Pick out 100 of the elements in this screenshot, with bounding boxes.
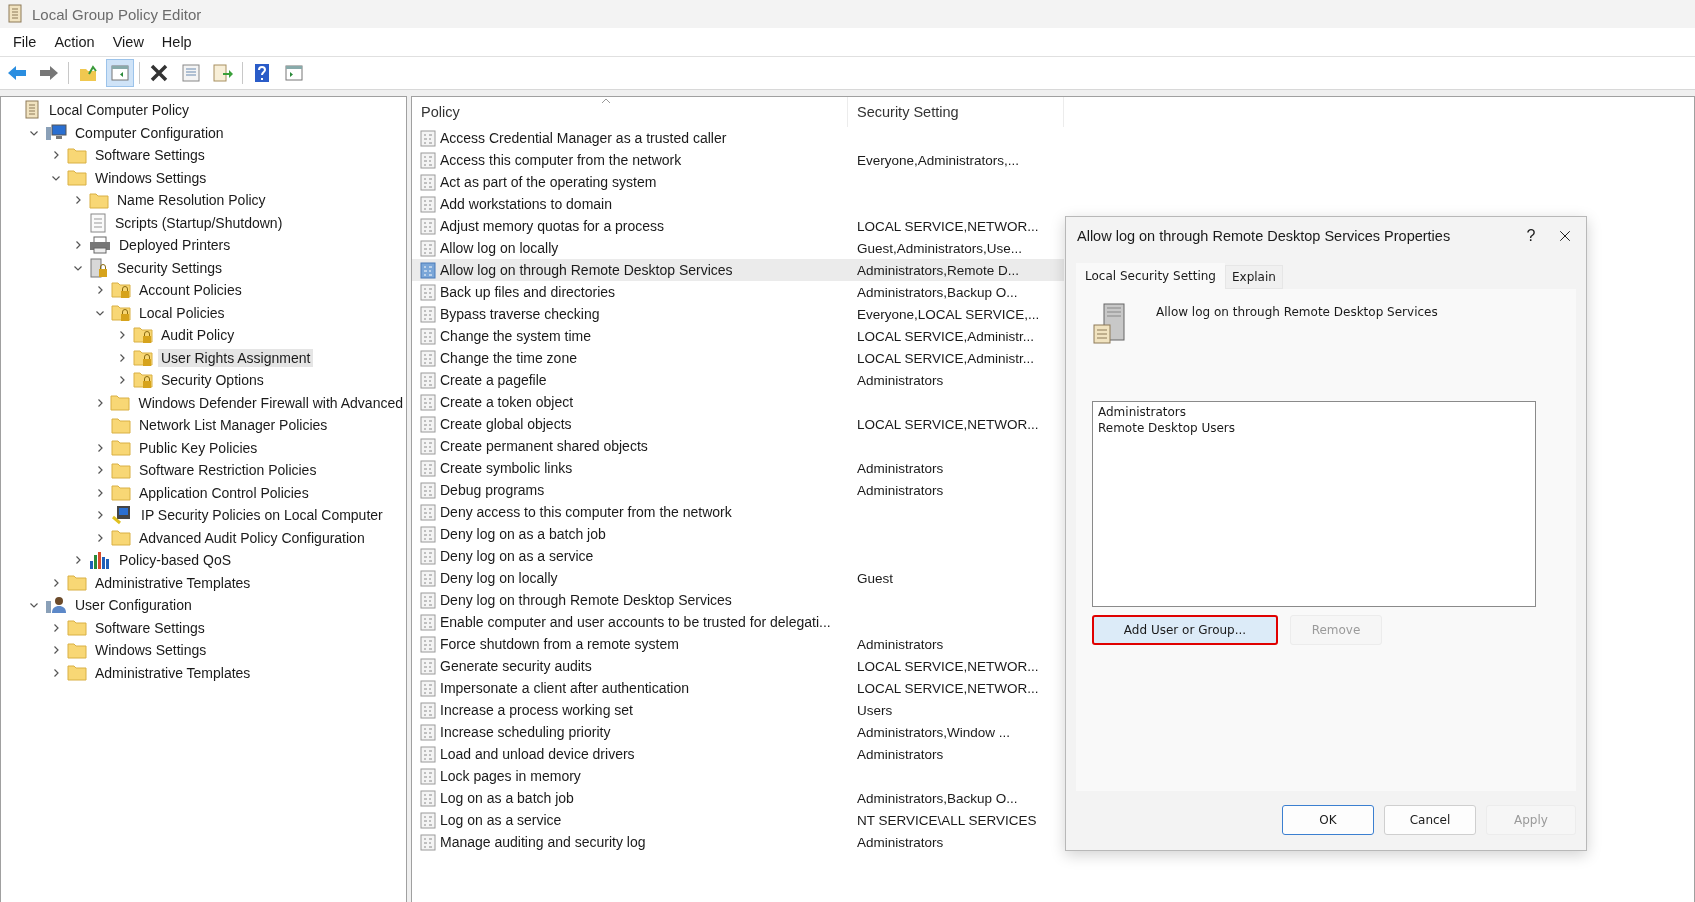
policy-row[interactable]: Deny log on as a service <box>412 545 1064 567</box>
chevron-right-icon[interactable] <box>117 375 127 386</box>
tree-item[interactable]: Security Settings <box>114 258 226 277</box>
policy-row[interactable]: Generate security audits LOCAL SERVICE,NETWOR... <box>412 655 1064 677</box>
policy-row[interactable]: Bypass traverse checking Everyone,LOCAL SERVICE,... <box>412 303 1064 325</box>
policy-row[interactable]: Allow log on locally Guest,Administrators,Use... <box>412 237 1064 259</box>
tree-item[interactable]: Windows Settings <box>92 168 210 187</box>
policy-row[interactable]: Log on as a batch job Administrators,Backup O... <box>412 787 1064 809</box>
tree-item[interactable]: Audit Policy <box>158 326 238 345</box>
policy-row[interactable]: Load and unload device drivers Administrators <box>412 743 1064 765</box>
policy-row[interactable]: Change the system time LOCAL SERVICE,Administr... <box>412 325 1064 347</box>
tree-item[interactable]: Scripts (Startup/Shutdown) <box>112 213 286 232</box>
members-list[interactable]: Administrators Remote Desktop Users <box>1092 401 1536 607</box>
member-item[interactable]: Administrators <box>1098 404 1530 420</box>
tree-item[interactable]: Software Settings <box>92 618 208 637</box>
tree-item[interactable]: Application Control Policies <box>136 483 312 502</box>
chevron-right-icon[interactable] <box>51 622 61 633</box>
tree-item[interactable]: Name Resolution Policy <box>114 191 269 210</box>
policy-icon <box>420 129 436 147</box>
tree-item[interactable]: Windows Settings <box>92 641 210 660</box>
policy-row[interactable]: Enable computer and user accounts to be trusted for delegati... <box>412 611 1064 633</box>
tree-item[interactable]: Local Computer Policy <box>46 101 193 120</box>
policy-name: Impersonate a client after authentication <box>440 680 690 696</box>
menu-item[interactable]: Action <box>47 32 102 52</box>
policy-row[interactable]: Lock pages in memory <box>412 765 1064 787</box>
dialog-button[interactable]: Cancel <box>1384 805 1476 835</box>
policy-row[interactable]: Create a pagefile Administrators <box>412 369 1064 391</box>
policy-row[interactable]: Force shutdown from a remote system Administrators <box>412 633 1064 655</box>
policy-row[interactable]: Debug programs Administrators <box>412 479 1064 501</box>
tree-item[interactable]: Computer Configuration <box>72 123 227 142</box>
chevron-right-icon[interactable] <box>51 150 61 161</box>
policy-row[interactable]: Log on as a service NT SERVICE\ALL SERVICES <box>412 809 1064 831</box>
chevron-right-icon[interactable] <box>95 465 105 476</box>
policy-row[interactable]: Create a token object <box>412 391 1064 413</box>
chevron-right-icon[interactable] <box>95 442 105 453</box>
policy-row[interactable]: Act as part of the operating system <box>412 171 1064 193</box>
policy-row[interactable]: Allow log on through Remote Desktop Services Administrators,Remote D... <box>412 259 1064 281</box>
chevron-right-icon[interactable] <box>117 330 127 341</box>
chevron-right-icon[interactable] <box>73 555 83 566</box>
tree-item[interactable]: Advanced Audit Policy Configuration <box>136 528 368 547</box>
policy-row[interactable]: Deny log on locally Guest <box>412 567 1064 589</box>
tree-item[interactable]: IP Security Policies on Local Computer <box>138 506 386 525</box>
chevron-right-icon[interactable] <box>51 645 61 656</box>
tree-item[interactable]: Software Settings <box>92 146 208 165</box>
menu-item[interactable]: File <box>6 32 44 52</box>
policy-row[interactable]: Deny log on as a batch job <box>412 523 1064 545</box>
policy-row[interactable]: Create permanent shared objects <box>412 435 1064 457</box>
folder-icon <box>67 169 87 187</box>
policy-row[interactable]: Deny log on through Remote Desktop Services <box>412 589 1064 611</box>
policy-icon <box>420 481 436 499</box>
tree-item[interactable]: Deployed Printers <box>116 236 234 255</box>
chevron-right-icon[interactable] <box>73 240 83 251</box>
policy-row[interactable]: Access this computer from the network Everyone,Administrators,... <box>412 149 1064 171</box>
tree-item[interactable]: Administrative Templates <box>92 663 254 682</box>
column-header[interactable]: Policy <box>412 97 848 127</box>
policy-name: Allow log on through Remote Desktop Services <box>440 262 733 278</box>
policy-row[interactable]: Change the time zone LOCAL SERVICE,Administr... <box>412 347 1064 369</box>
tree-item[interactable]: Administrative Templates <box>92 573 254 592</box>
policy-name: Log on as a batch job <box>440 790 574 806</box>
tree-item[interactable]: Policy-based QoS <box>116 551 235 570</box>
policy-row[interactable]: Manage auditing and security log Administrators <box>412 831 1064 853</box>
chevron-right-icon[interactable] <box>117 352 127 363</box>
dialog-button[interactable]: Add User or Group... <box>1092 615 1278 645</box>
policy-icon <box>420 503 436 521</box>
menu-item[interactable]: View <box>105 32 151 52</box>
tree-item[interactable]: Network List Manager Policies <box>136 416 331 435</box>
help-button[interactable]: ? <box>1516 227 1546 245</box>
chevron-right-icon[interactable] <box>95 487 105 498</box>
policy-row[interactable]: Back up files and directories Administrators,Backup O... <box>412 281 1064 303</box>
tree-item[interactable]: Local Policies <box>136 303 228 322</box>
dialog-button[interactable]: OK <box>1282 805 1374 835</box>
policy-row[interactable]: Increase scheduling priority Administrators,Window ... <box>412 721 1064 743</box>
policy-row[interactable]: Impersonate a client after authentication LOCAL SERVICE,NETWOR... <box>412 677 1064 699</box>
tree-item[interactable]: Account Policies <box>136 281 245 300</box>
chevron-right-icon[interactable] <box>95 285 105 296</box>
policy-name: Change the time zone <box>440 350 577 366</box>
policy-row[interactable]: Deny access to this computer from the network <box>412 501 1064 523</box>
tree-item[interactable]: User Rights Assignment <box>158 348 314 367</box>
member-item[interactable]: Remote Desktop Users <box>1098 420 1530 436</box>
tree-item[interactable]: Public Key Policies <box>136 438 261 457</box>
chevron-right-icon[interactable] <box>95 532 105 543</box>
chevron-right-icon[interactable] <box>51 667 61 678</box>
policy-row[interactable]: Access Credential Manager as a trusted caller <box>412 127 1064 149</box>
policy-row[interactable]: Increase a process working set Users <box>412 699 1064 721</box>
tree-item[interactable]: Security Options <box>158 371 267 390</box>
policy-row[interactable]: Adjust memory quotas for a process LOCAL SERVICE,NETWOR... <box>412 215 1064 237</box>
policy-icon <box>420 437 436 455</box>
policy-row[interactable]: Create global objects LOCAL SERVICE,NETWOR... <box>412 413 1064 435</box>
chevron-right-icon[interactable] <box>51 577 61 588</box>
column-header[interactable]: Security Setting <box>848 97 1064 127</box>
tab[interactable]: Explain <box>1225 265 1283 289</box>
chevron-right-icon[interactable] <box>73 195 83 206</box>
tree-item[interactable]: Software Restriction Policies <box>136 461 320 480</box>
menu-item[interactable]: Help <box>154 32 199 52</box>
policy-row[interactable]: Create symbolic links Administrators <box>412 457 1064 479</box>
chevron-right-icon[interactable] <box>95 510 105 521</box>
tab[interactable]: Local Security Setting <box>1076 263 1225 289</box>
tree-item[interactable]: Windows Defender Firewall with Advanced <box>135 393 406 412</box>
policy-row[interactable]: Add workstations to domain <box>412 193 1064 215</box>
tree-item[interactable]: User Configuration <box>72 596 195 615</box>
